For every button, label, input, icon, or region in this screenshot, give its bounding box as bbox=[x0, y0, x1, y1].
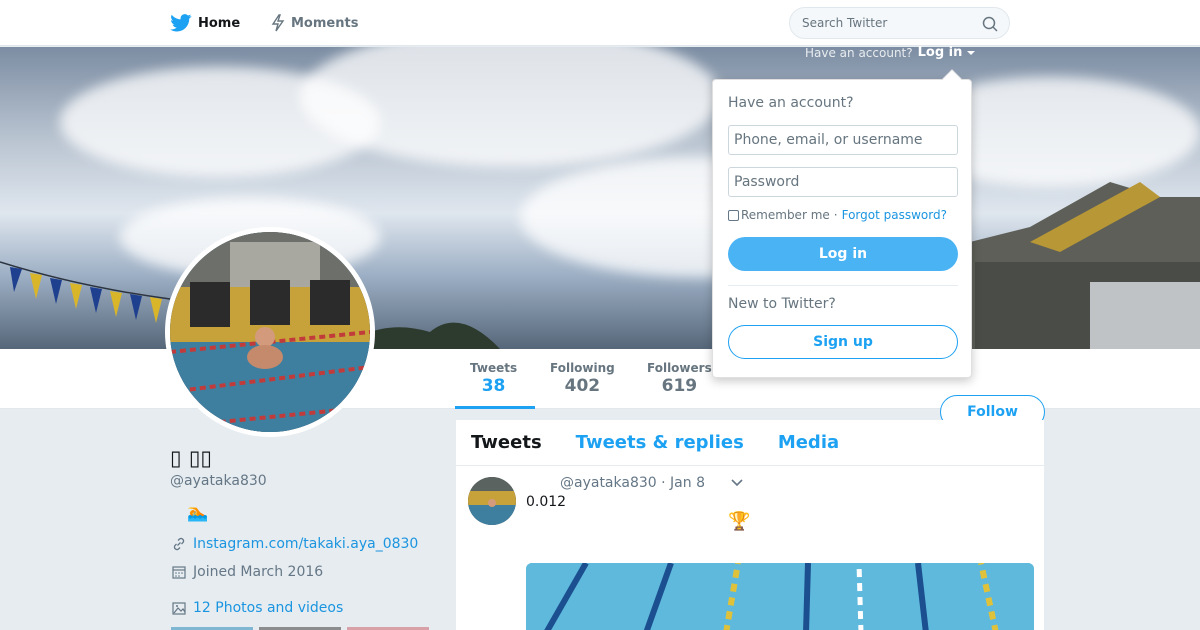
username-input[interactable] bbox=[728, 125, 958, 155]
tweet-date[interactable]: · Jan 8 bbox=[661, 475, 705, 491]
calendar-icon bbox=[172, 566, 186, 579]
lightning-icon bbox=[271, 14, 285, 32]
tweet-author-handle[interactable]: @ayataka830 bbox=[560, 475, 657, 491]
twitter-bird-icon bbox=[170, 14, 192, 32]
login-dropdown-toggle[interactable]: Log in bbox=[918, 45, 963, 60]
photos-videos-link[interactable]: 12 Photos and videos bbox=[193, 600, 343, 616]
login-dropdown: Have an account? Remember me · Forgot pa… bbox=[712, 69, 972, 378]
search-box bbox=[789, 7, 1010, 39]
login-heading: Have an account? bbox=[728, 95, 854, 111]
active-tab-indicator bbox=[455, 406, 535, 409]
stat-following[interactable]: Following 402 bbox=[550, 361, 615, 396]
divider bbox=[728, 285, 958, 286]
profile-website-row: Instagram.com/takaki.aya_0830 bbox=[171, 536, 418, 552]
tweet-handle[interactable]: @ayataka830 · Jan 8 bbox=[560, 475, 705, 491]
profile-joined-row: Joined March 2016 bbox=[171, 564, 323, 580]
profile-name[interactable]: ▯ ▯▯ bbox=[170, 446, 212, 470]
account-prompt: Have an account? Log in bbox=[805, 45, 976, 60]
tweet-avatar[interactable] bbox=[468, 477, 516, 525]
nav-home[interactable]: Home bbox=[170, 0, 240, 46]
password-input[interactable] bbox=[728, 167, 958, 197]
tweet-text: 0.012 bbox=[526, 494, 567, 510]
remember-row: Remember me · Forgot password? bbox=[728, 208, 947, 222]
stat-label: Followers bbox=[647, 361, 712, 375]
tab-media[interactable]: Media bbox=[778, 432, 839, 453]
account-prompt-text: Have an account? bbox=[805, 45, 913, 60]
swimmer-emoji: 🏊 bbox=[187, 503, 209, 523]
tab-tweets-replies[interactable]: Tweets & replies bbox=[576, 432, 744, 453]
remember-label[interactable]: Remember me bbox=[741, 208, 830, 222]
stat-label: Following bbox=[550, 361, 615, 375]
trophy-emoji: 🏆 bbox=[728, 511, 751, 532]
stat-value: 38 bbox=[481, 376, 506, 396]
timeline-tabs: Tweets Tweets & replies Media bbox=[456, 420, 1044, 466]
remember-checkbox[interactable] bbox=[728, 209, 739, 221]
chevron-down-icon[interactable] bbox=[730, 478, 744, 488]
nav-moments[interactable]: Moments bbox=[271, 0, 358, 46]
top-navbar: Home Moments bbox=[0, 0, 1200, 46]
separator-dot: · bbox=[833, 208, 838, 222]
forgot-password-link[interactable]: Forgot password? bbox=[842, 208, 947, 222]
nav-moments-label: Moments bbox=[291, 15, 359, 31]
login-button[interactable]: Log in bbox=[728, 237, 958, 271]
caret-down-icon[interactable] bbox=[967, 50, 976, 56]
stat-value: 619 bbox=[661, 376, 698, 396]
stat-followers[interactable]: Followers 619 bbox=[647, 361, 712, 396]
profile-website-link[interactable]: Instagram.com/takaki.aya_0830 bbox=[193, 536, 418, 552]
link-icon bbox=[173, 537, 185, 551]
nav-home-label: Home bbox=[198, 15, 241, 31]
search-input[interactable] bbox=[790, 8, 970, 38]
signup-button[interactable]: Sign up bbox=[728, 325, 958, 359]
new-to-twitter-heading: New to Twitter? bbox=[728, 296, 836, 312]
timeline: Tweets Tweets & replies Media @ayataka83… bbox=[456, 420, 1044, 630]
stat-label: Tweets bbox=[470, 361, 518, 375]
tab-tweets[interactable]: Tweets bbox=[471, 432, 542, 453]
profile-joined-date: Joined March 2016 bbox=[193, 564, 324, 580]
profile-handle[interactable]: @ayataka830 bbox=[170, 473, 267, 489]
stat-tweets[interactable]: Tweets 38 bbox=[470, 361, 517, 396]
image-icon bbox=[172, 602, 186, 615]
stat-value: 402 bbox=[564, 376, 601, 396]
profile-avatar[interactable] bbox=[165, 227, 375, 437]
photos-videos-row: 12 Photos and videos bbox=[171, 600, 343, 616]
search-icon[interactable] bbox=[982, 16, 998, 32]
tweet-media-image[interactable] bbox=[526, 563, 1034, 630]
